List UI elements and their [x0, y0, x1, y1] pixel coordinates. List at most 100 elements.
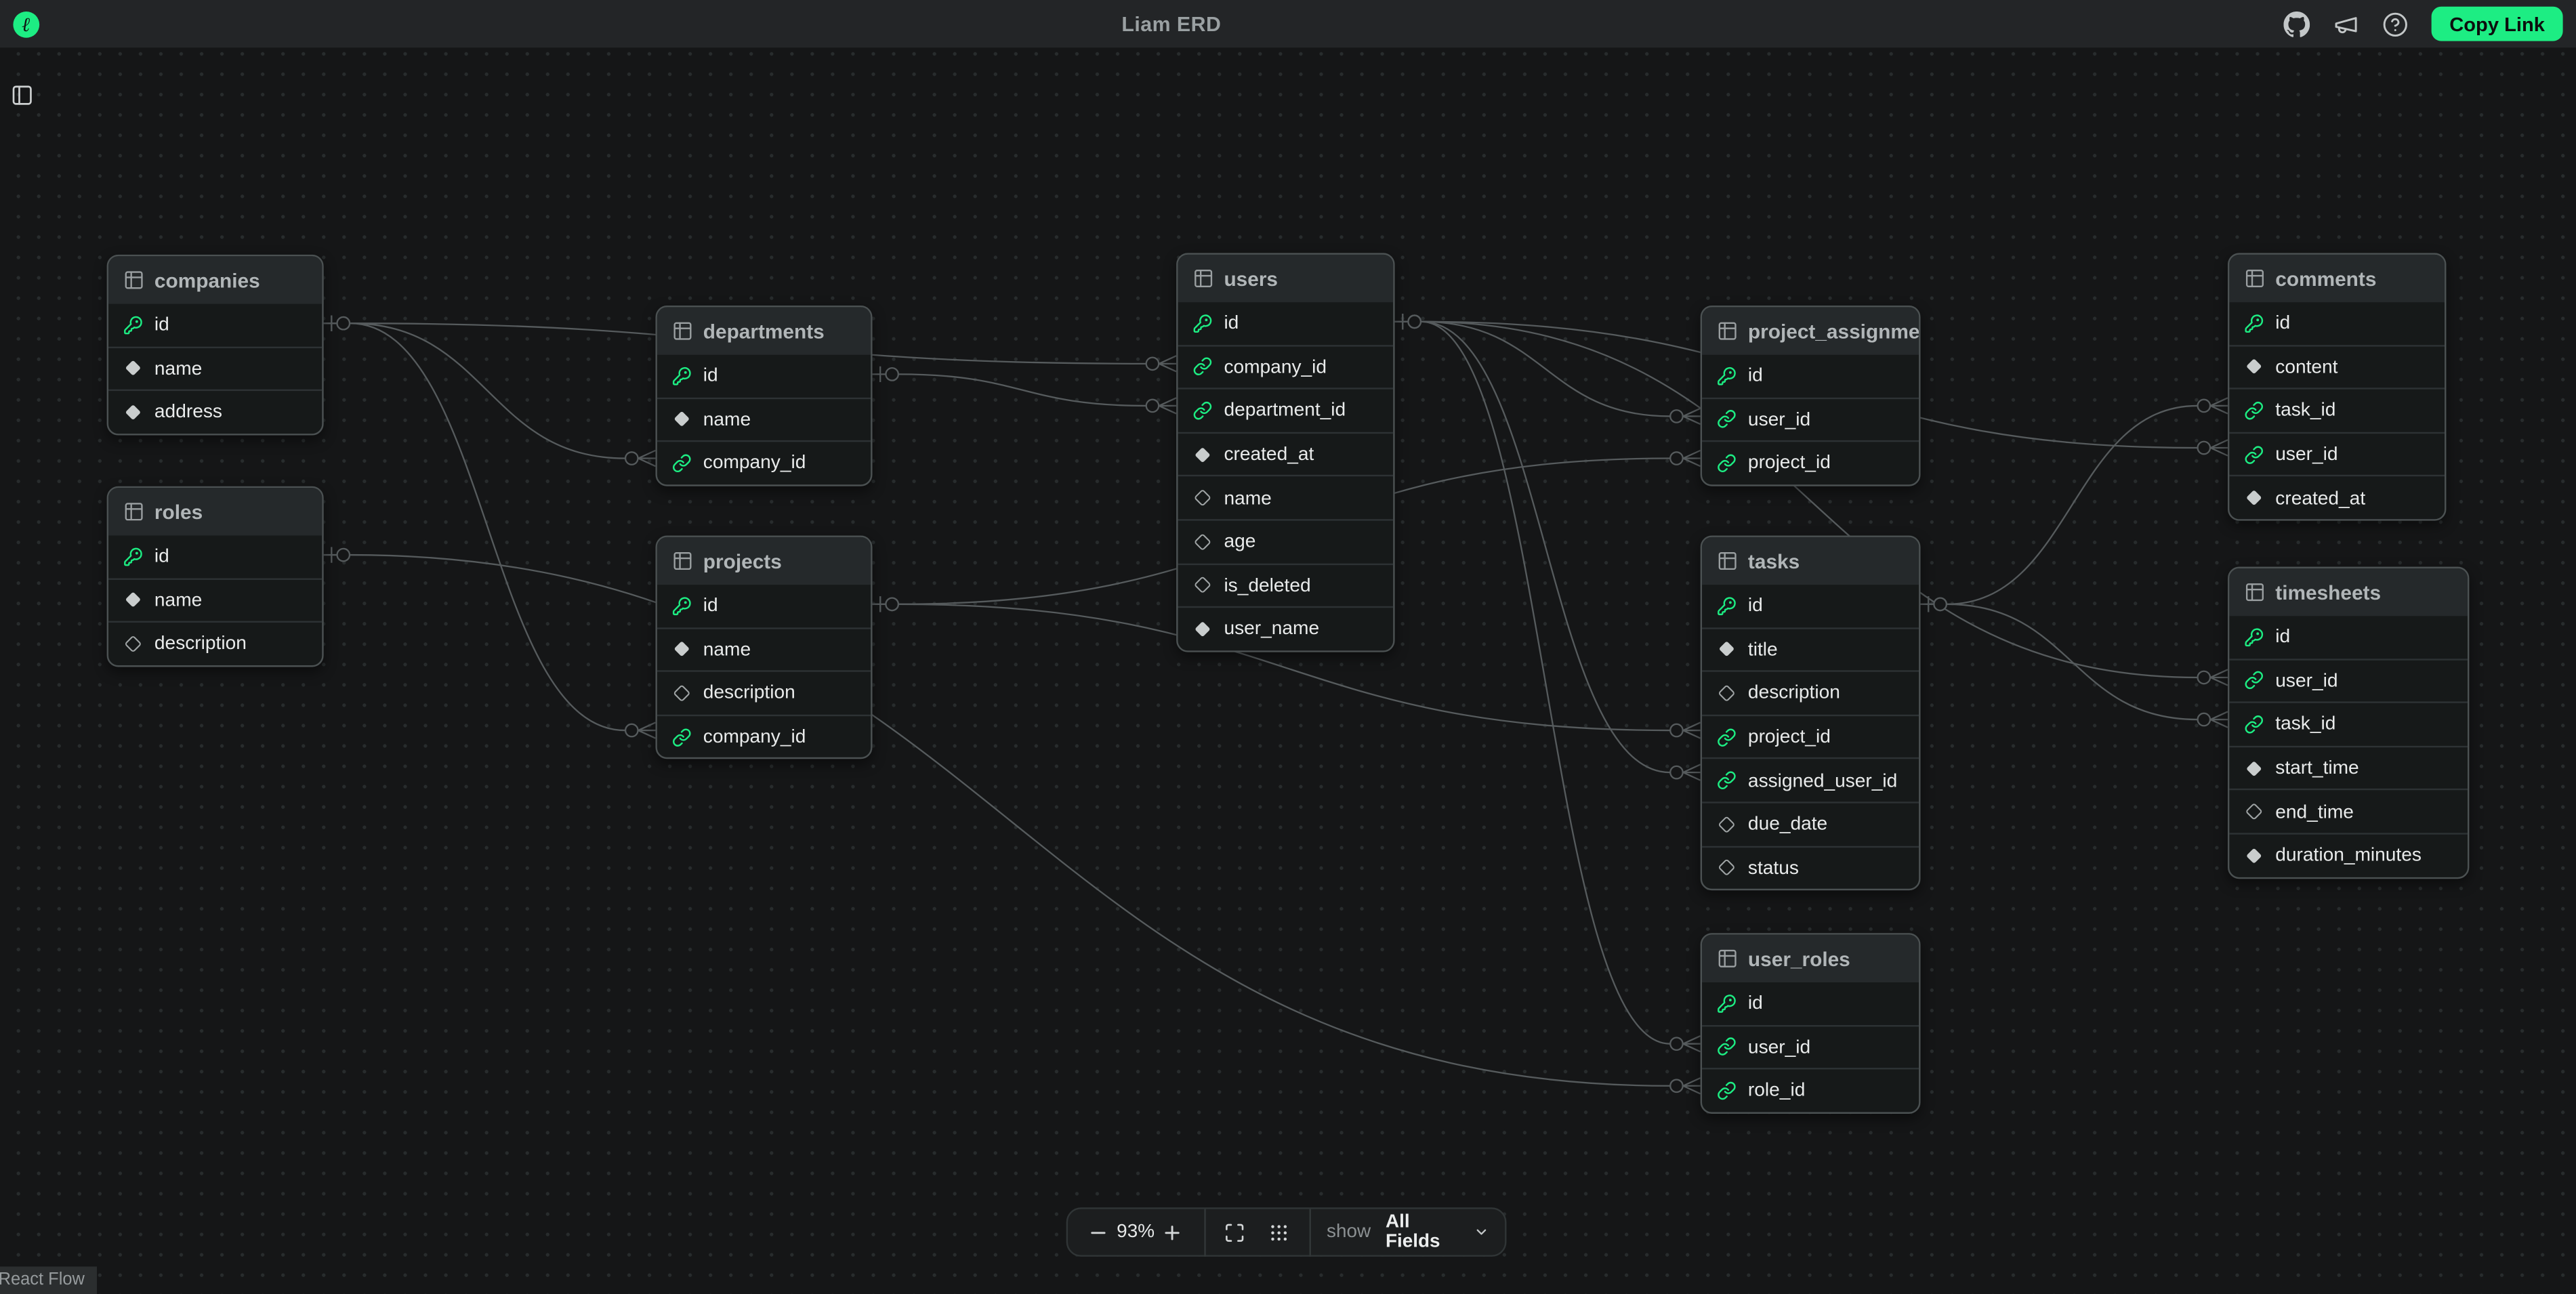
tidy-up-button[interactable] [1264, 1217, 1292, 1247]
table-node-comments[interactable]: commentsid content task_iduser_idcreated_a… [2228, 253, 2446, 520]
field-row-project_assignments-id[interactable]: id [1702, 355, 1919, 397]
table-header[interactable]: comments [2229, 255, 2445, 302]
table-node-companies[interactable]: companiesidnameaddress [107, 255, 324, 435]
announcements-button[interactable] [2333, 10, 2361, 38]
table-header[interactable]: project_assignme... [1702, 307, 1919, 354]
field-row-user_roles-id[interactable]: id [1702, 982, 1919, 1024]
table-header[interactable]: companies [108, 256, 322, 304]
field-row-users-is_deleted[interactable]: is_deleted [1178, 563, 1394, 606]
field-row-comments-user_id[interactable]: user_id [2229, 432, 2445, 475]
field-row-users-user_name[interactable]: user_name [1178, 606, 1394, 650]
table-node-users[interactable]: users id company_iddepartment_idcreated_at… [1176, 253, 1394, 652]
key-icon [1717, 993, 1737, 1013]
field-row-users-company_id[interactable]: company_id [1178, 344, 1394, 388]
field-row-user_roles-user_id[interactable]: user_id [1702, 1024, 1919, 1068]
table-node-roles[interactable]: rolesidname description [107, 486, 324, 667]
field-row-comments-id[interactable]: id [2229, 302, 2445, 344]
diamond-outline-icon [2244, 802, 2264, 822]
table-icon [1717, 948, 1739, 969]
table-header[interactable]: user_roles [1702, 935, 1919, 982]
table-icon [1717, 320, 1739, 342]
toolbar-divider [1308, 1208, 1310, 1255]
field-row-timesheets-duration_minutes[interactable]: duration_minutes [2229, 833, 2468, 876]
field-row-users-created_at[interactable]: created_at [1178, 432, 1394, 475]
field-row-departments-company_id[interactable]: company_id [657, 440, 871, 484]
field-row-companies-address[interactable]: address [108, 390, 322, 433]
field-row-tasks-status[interactable]: status [1702, 846, 1919, 889]
show-mode-select[interactable]: All Fields [1386, 1212, 1489, 1251]
field-row-projects-company_id[interactable]: company_id [657, 714, 871, 757]
fit-view-button[interactable] [1222, 1217, 1249, 1247]
table-node-projects[interactable]: projectsidnamedescriptioncompany_id [655, 535, 872, 759]
show-label: show [1327, 1222, 1371, 1242]
field-row-projects-name[interactable]: name [657, 627, 871, 670]
field-row-roles-name[interactable]: name [108, 578, 322, 621]
zoom-in-button[interactable] [1159, 1217, 1187, 1247]
table-icon [2244, 581, 2266, 603]
field-name: content [2275, 356, 2338, 378]
field-row-tasks-project_id[interactable]: project_id [1702, 714, 1919, 757]
react-flow-attribution[interactable]: React Flow [0, 1266, 96, 1294]
field-row-comments-created_at[interactable]: created_at [2229, 476, 2445, 519]
field-row-tasks-due_date[interactable]: due_date [1702, 801, 1919, 845]
field-row-tasks-description[interactable]: description [1702, 671, 1919, 714]
diamond-icon [1192, 444, 1212, 464]
link-icon [1717, 1081, 1737, 1100]
help-button[interactable] [2382, 10, 2410, 38]
zoom-out-button[interactable] [1084, 1217, 1112, 1247]
table-header[interactable]: users [1178, 255, 1394, 302]
field-row-timesheets-id[interactable]: id [2229, 616, 2468, 658]
field-row-users-age[interactable]: age [1178, 519, 1394, 562]
table-node-project_assignments[interactable]: project_assignme...id user_id project_id [1701, 306, 1921, 486]
link-icon [1717, 410, 1737, 430]
field-row-departments-name[interactable]: name [657, 397, 871, 440]
field-row-comments-content[interactable]: content [2229, 344, 2445, 388]
field-name: description [154, 633, 247, 655]
table-node-departments[interactable]: departmentsidnamecompany_id [655, 306, 872, 486]
diamond-outline-icon [672, 684, 692, 703]
field-row-comments-task_id[interactable]: task_id [2229, 388, 2445, 432]
field-row-user_roles-role_id[interactable]: role_id [1702, 1068, 1919, 1112]
edge-tasks.id-comments.task_id [1921, 398, 2228, 612]
sidebar-toggle-button[interactable] [10, 84, 35, 107]
field-row-timesheets-end_time[interactable]: end_time [2229, 789, 2468, 833]
field-row-roles-description[interactable]: description [108, 621, 322, 665]
field-row-users-department_id[interactable]: department_id [1178, 388, 1394, 432]
field-row-project_assignments-user_id[interactable]: user_id [1702, 397, 1919, 440]
table-node-tasks[interactable]: tasksidtitledescriptionproject_idassigne… [1701, 535, 1921, 890]
field-row-tasks-id[interactable]: id [1702, 585, 1919, 627]
field-row-companies-id[interactable]: id [108, 304, 322, 346]
diamond-outline-icon [1192, 532, 1212, 551]
field-row-roles-id[interactable]: id [108, 535, 322, 577]
field-row-users-name[interactable]: name [1178, 476, 1394, 519]
github-button[interactable] [2283, 10, 2311, 38]
field-row-tasks-title[interactable]: title [1702, 627, 1919, 670]
field-row-projects-id[interactable]: id [657, 585, 871, 627]
table-header[interactable]: roles [108, 488, 322, 535]
table-name: user_roles [1748, 947, 1850, 970]
table-header[interactable]: tasks [1702, 537, 1919, 585]
diamond-icon [2244, 357, 2264, 377]
field-row-projects-description[interactable]: description [657, 671, 871, 714]
field-row-timesheets-user_id[interactable]: user_id [2229, 658, 2468, 701]
field-row-timesheets-task_id[interactable]: task_id [2229, 702, 2468, 745]
liam-logo-icon[interactable]: ℓ [13, 11, 39, 37]
copy-link-button[interactable]: Copy Link [2432, 7, 2563, 41]
field-row-users-id[interactable]: id [1178, 302, 1394, 344]
table-node-timesheets[interactable]: timesheetsiduser_id task_id start_timeend_… [2228, 567, 2469, 879]
table-header[interactable]: projects [657, 537, 871, 585]
diamond-icon [672, 640, 692, 659]
field-name: task_id [2275, 714, 2335, 736]
zoom-toolbar: 93% show All Fields [1066, 1207, 1507, 1257]
field-row-departments-id[interactable]: id [657, 355, 871, 397]
table-header[interactable]: timesheets [2229, 568, 2468, 616]
field-row-timesheets-start_time[interactable]: start_time [2229, 745, 2468, 789]
field-row-project_assignments-project_id[interactable]: project_id [1702, 440, 1919, 484]
key-icon [1717, 596, 1737, 616]
field-name: user_id [1748, 409, 1810, 430]
field-name: id [1224, 312, 1239, 334]
field-row-tasks-assigned_user_id[interactable]: assigned_user_id [1702, 758, 1919, 801]
table-header[interactable]: departments [657, 307, 871, 354]
table-node-user_roles[interactable]: user_rolesiduser_idrole_id [1701, 933, 1921, 1113]
field-row-companies-name[interactable]: name [108, 346, 322, 390]
